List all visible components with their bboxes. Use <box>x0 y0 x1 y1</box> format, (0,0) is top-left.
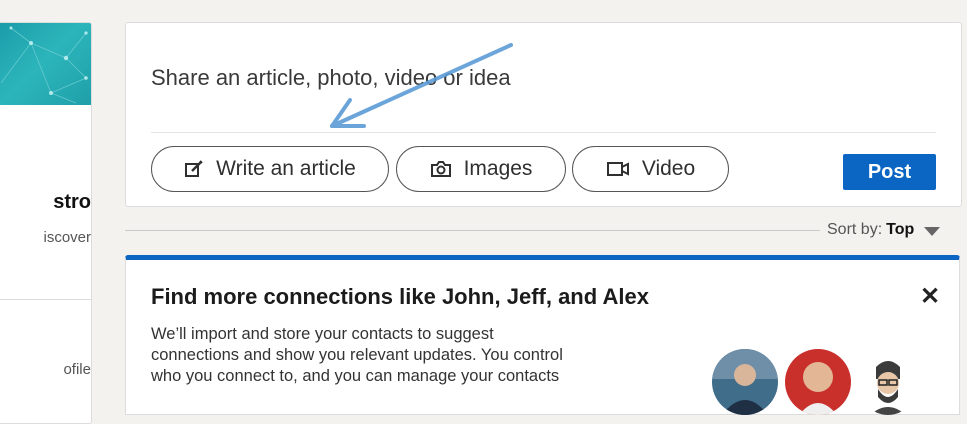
video-label: Video <box>641 157 696 180</box>
write-article-label: Write an article <box>216 157 356 180</box>
sort-dropdown[interactable]: Sort by: Top <box>827 221 941 239</box>
connections-card: Find more connections like John, Jeff, a… <box>125 255 960 415</box>
avatar[interactable] <box>785 349 851 415</box>
write-article-button[interactable]: Write an article <box>151 146 389 192</box>
profile-cover-image <box>0 23 91 105</box>
avatar[interactable] <box>712 349 778 415</box>
profile-subtitle: iscover <box>43 229 91 246</box>
sort-label: Sort by: <box>827 221 883 238</box>
description-line: connections and show you relevant update… <box>151 346 563 364</box>
network-pattern-graphic <box>0 26 88 104</box>
caret-down-icon <box>924 226 941 236</box>
post-button[interactable]: Post <box>843 154 936 190</box>
avatar[interactable] <box>858 349 918 415</box>
share-divider <box>151 132 936 133</box>
connections-title: Find more connections like John, Jeff, a… <box>151 284 649 309</box>
profile-divider <box>0 299 91 300</box>
pencil-edit-icon <box>184 159 204 179</box>
profile-card: stro iscover ofile <box>0 22 92 424</box>
camera-icon <box>430 159 452 179</box>
video-camera-icon <box>606 160 630 178</box>
images-button[interactable]: Images <box>396 146 566 192</box>
description-line: who you connect to, and you can manage y… <box>151 367 560 385</box>
profile-name[interactable]: stro <box>0 191 91 214</box>
avatar-group <box>712 349 922 415</box>
connections-description: We’ll import and store your contacts to … <box>151 324 671 387</box>
share-input[interactable]: Share an article, photo, video or idea <box>151 65 511 91</box>
close-icon[interactable]: ✕ <box>920 282 940 311</box>
images-label: Images <box>463 157 533 180</box>
feed-divider <box>125 230 820 231</box>
share-box: Share an article, photo, video or idea W… <box>125 22 962 207</box>
profile-link[interactable]: ofile <box>0 361 91 378</box>
sort-value: Top <box>886 221 915 238</box>
video-button[interactable]: Video <box>572 146 729 192</box>
description-line: We’ll import and store your contacts to … <box>151 325 494 343</box>
